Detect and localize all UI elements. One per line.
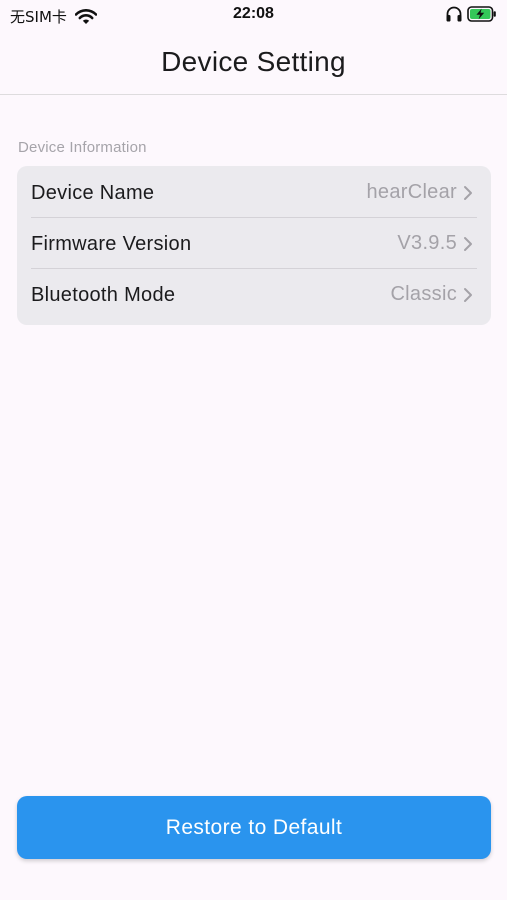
battery-charging-icon [467,6,496,22]
row-value: V3.9.5 [397,232,457,254]
row-value-group: V3.9.5 [397,232,473,255]
chevron-right-icon [464,287,472,302]
section-header-device-information: Device Information [18,139,147,156]
row-label: Bluetooth Mode [31,284,176,306]
chevron-right-icon [464,236,472,251]
status-time: 22:08 [233,5,274,22]
device-name-row[interactable]: Device Name hearClear [17,166,491,217]
navigation-bar: Device Setting [0,30,507,95]
headphone-icon [446,6,462,22]
row-value-group: hearClear [366,181,473,204]
row-label: Device Name [31,182,155,204]
restore-to-default-button[interactable]: Restore to Default [17,796,491,859]
restore-button-label: Restore to Default [165,815,343,839]
status-right-icons [445,5,497,23]
firmware-version-row[interactable]: Firmware Version V3.9.5 [17,217,491,268]
device-info-card: Device Name hearClear Firmware Version V… [17,166,491,325]
bluetooth-mode-row[interactable]: Bluetooth Mode Classic [17,268,491,319]
page-title: Device Setting [161,46,346,77]
status-bar: 无SIM卡 22:08 [0,0,507,30]
row-label: Firmware Version [31,233,192,255]
chevron-right-icon [464,185,472,200]
row-value: hearClear [366,181,457,203]
row-value: Classic [390,283,457,305]
row-value-group: Classic [390,283,473,306]
